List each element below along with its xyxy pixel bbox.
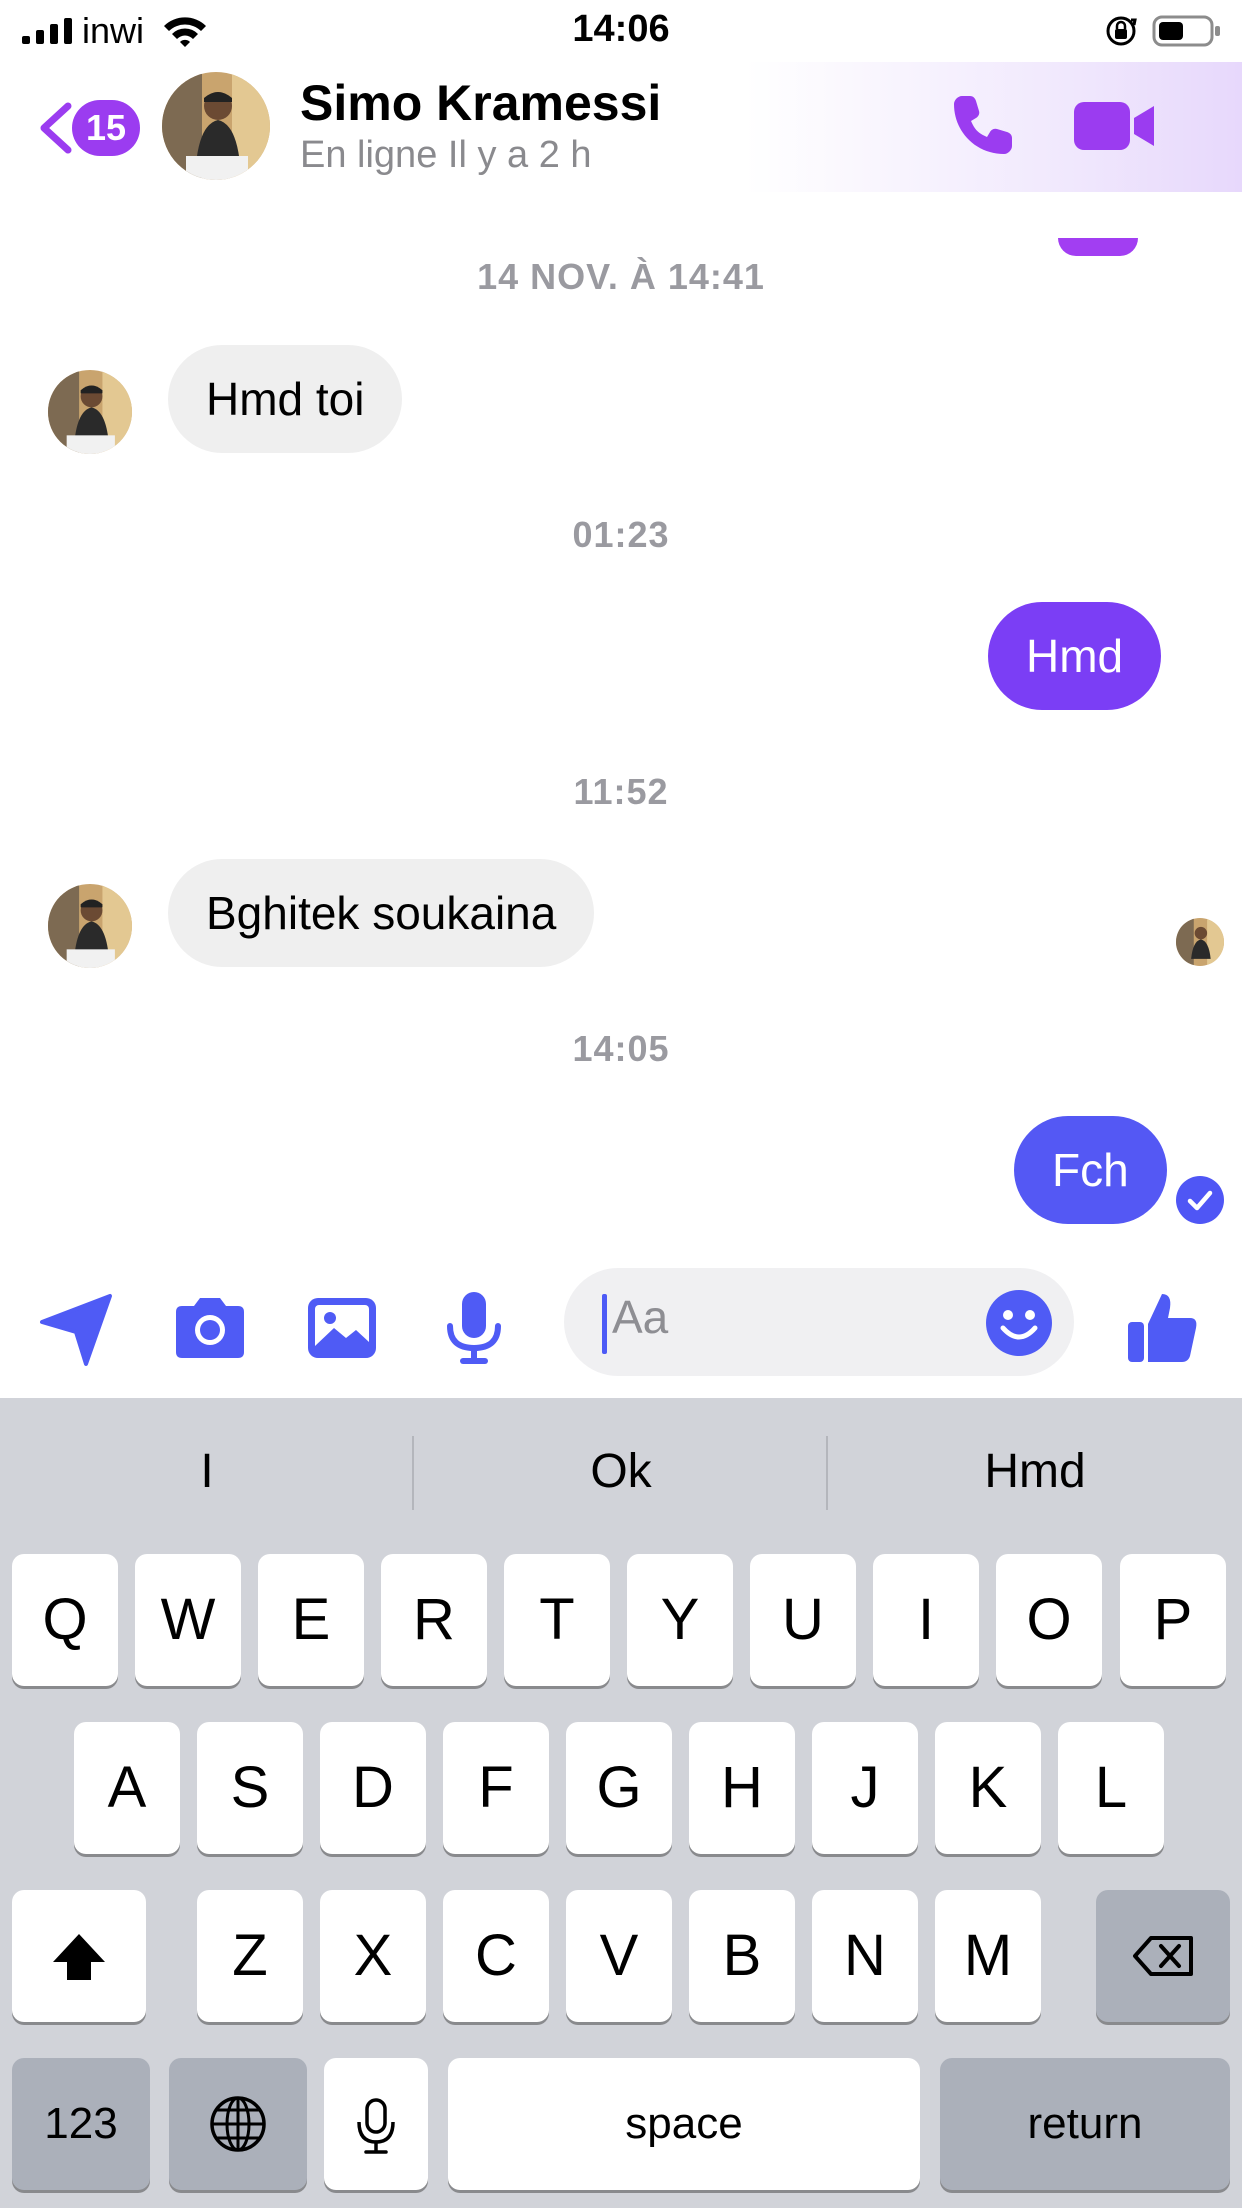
conversation-header: 15 Simo Kramessi En ligne Il y a 2 h xyxy=(0,62,1242,256)
thumbs-up-icon[interactable] xyxy=(1120,1286,1204,1370)
emoji-icon[interactable] xyxy=(984,1288,1054,1358)
shift-key[interactable] xyxy=(12,1890,146,2022)
key-w[interactable]: W xyxy=(135,1554,241,1686)
message-timestamp: 14:05 xyxy=(572,1028,670,1069)
unread-count-badge: 15 xyxy=(72,100,140,156)
prediction-suggestion[interactable]: Hmd xyxy=(828,1398,1242,1546)
location-arrow-icon[interactable] xyxy=(36,1286,120,1370)
key-g[interactable]: G xyxy=(566,1722,672,1854)
rotation-lock-icon xyxy=(1106,16,1137,46)
incoming-message-bubble[interactable]: Hmd toi xyxy=(168,345,403,453)
key-f[interactable]: F xyxy=(443,1722,549,1854)
battery-icon xyxy=(1152,15,1220,47)
key-d[interactable]: D xyxy=(320,1722,426,1854)
key-a[interactable]: A xyxy=(74,1722,180,1854)
outgoing-message-bubble[interactable]: Hmd xyxy=(988,602,1162,710)
globe-key[interactable] xyxy=(169,2058,307,2190)
previous-message-edge xyxy=(1058,238,1138,256)
key-c[interactable]: C xyxy=(443,1890,549,2022)
message-input-placeholder: Aa xyxy=(612,1291,669,1343)
camera-icon[interactable] xyxy=(168,1286,252,1370)
contact-avatar-image xyxy=(162,72,270,180)
key-e[interactable]: E xyxy=(258,1554,364,1686)
key-j[interactable]: J xyxy=(812,1722,918,1854)
message-input[interactable]: Aa xyxy=(564,1268,1074,1376)
key-x[interactable]: X xyxy=(320,1890,426,2022)
composer-bar: Aa xyxy=(0,1258,1242,1398)
status-bar: inwi 14:06 xyxy=(0,0,1242,62)
key-r[interactable]: R xyxy=(381,1554,487,1686)
chevron-left-icon xyxy=(40,102,72,154)
key-u[interactable]: U xyxy=(750,1554,856,1686)
seen-indicator-avatar xyxy=(1176,918,1224,966)
message-timestamp: 14 NOV. À 14:41 xyxy=(477,256,765,297)
space-key[interactable]: space xyxy=(448,2058,920,2190)
message-timestamp: 01:23 xyxy=(572,514,670,555)
ios-keyboard: I Ok Hmd Q W E R T Y U I O P A S D F G H… xyxy=(0,1398,1242,2208)
backspace-key[interactable] xyxy=(1096,1890,1230,2022)
outgoing-message-bubble[interactable]: Fch xyxy=(1014,1116,1167,1224)
dictation-key[interactable] xyxy=(324,2058,428,2190)
shift-arrow-icon xyxy=(53,1934,105,1980)
key-v[interactable]: V xyxy=(566,1890,672,2022)
contact-name[interactable]: Simo Kramessi xyxy=(300,74,661,132)
contact-status: En ligne Il y a 2 h xyxy=(300,134,592,176)
key-z[interactable]: Z xyxy=(197,1890,303,2022)
return-key[interactable]: return xyxy=(940,2058,1230,2190)
key-i[interactable]: I xyxy=(873,1554,979,1686)
status-time: 14:06 xyxy=(572,8,670,50)
predictive-text-bar: I Ok Hmd xyxy=(0,1398,1242,1546)
key-t[interactable]: T xyxy=(504,1554,610,1686)
back-button[interactable]: 15 xyxy=(36,96,146,156)
key-s[interactable]: S xyxy=(197,1722,303,1854)
key-l[interactable]: L xyxy=(1058,1722,1164,1854)
numbers-key[interactable]: 123 xyxy=(12,2058,150,2190)
key-n[interactable]: N xyxy=(812,1890,918,2022)
message-timestamp: 11:52 xyxy=(573,771,669,812)
backspace-icon xyxy=(1133,1936,1193,1976)
delivered-check-icon xyxy=(1176,1176,1224,1224)
key-p[interactable]: P xyxy=(1120,1554,1226,1686)
incoming-message-bubble[interactable]: Bghitek soukaina xyxy=(168,859,595,967)
key-m[interactable]: M xyxy=(935,1890,1041,2022)
globe-icon xyxy=(210,2096,266,2152)
prediction-suggestion[interactable]: I xyxy=(0,1398,414,1546)
key-b[interactable]: B xyxy=(689,1890,795,2022)
microphone-icon xyxy=(357,2098,395,2154)
key-y[interactable]: Y xyxy=(627,1554,733,1686)
key-q[interactable]: Q xyxy=(12,1554,118,1686)
key-h[interactable]: H xyxy=(689,1722,795,1854)
text-caret xyxy=(602,1294,607,1354)
video-camera-icon[interactable] xyxy=(1072,98,1156,154)
contact-avatar[interactable] xyxy=(162,72,270,180)
prediction-suggestion[interactable]: Ok xyxy=(414,1398,828,1546)
microphone-icon[interactable] xyxy=(432,1286,516,1370)
image-icon[interactable] xyxy=(300,1286,384,1370)
key-k[interactable]: K xyxy=(935,1722,1041,1854)
sender-avatar[interactable] xyxy=(48,370,132,454)
phone-icon[interactable] xyxy=(948,90,1018,160)
sender-avatar[interactable] xyxy=(48,884,132,968)
key-o[interactable]: O xyxy=(996,1554,1102,1686)
